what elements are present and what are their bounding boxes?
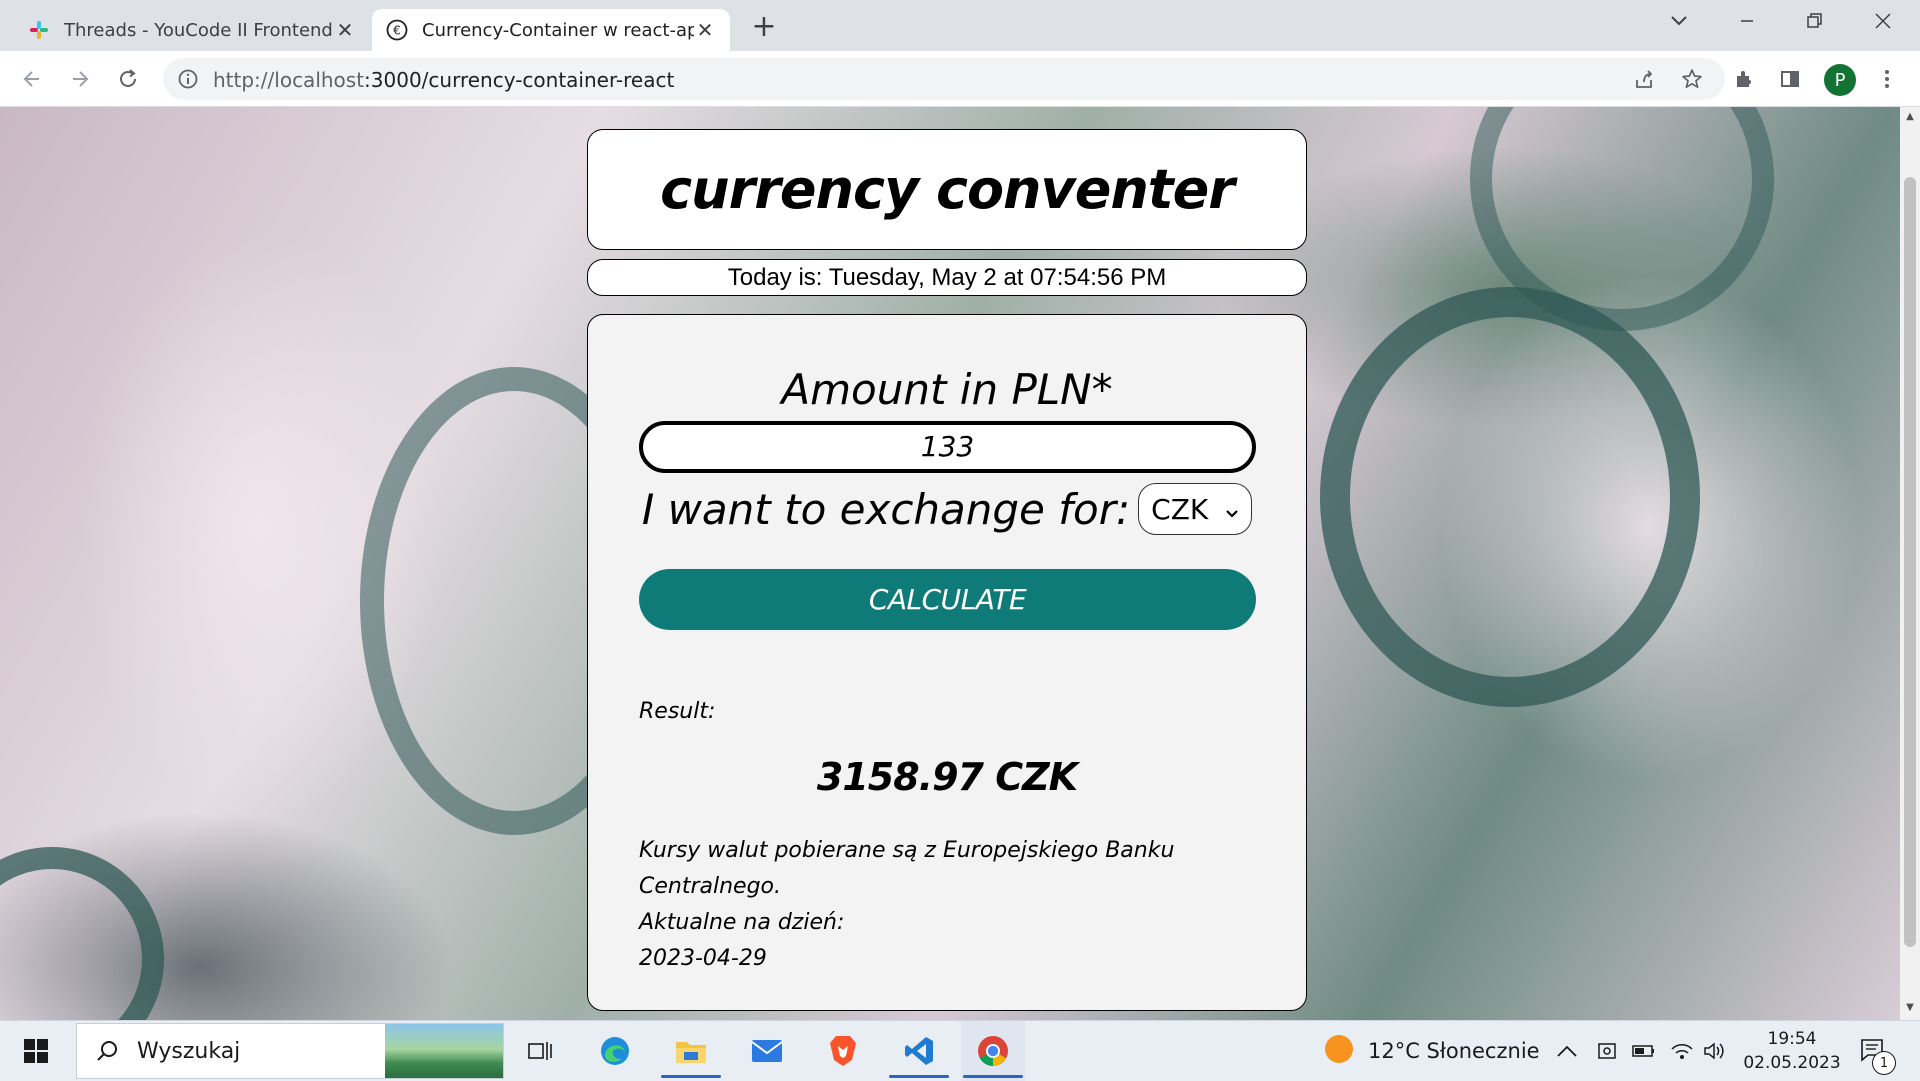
minimize-button[interactable] xyxy=(1720,0,1774,42)
app-header-card: currency conventer xyxy=(587,129,1307,250)
file-explorer-icon[interactable] xyxy=(661,1021,721,1081)
currency-select-value: CZK xyxy=(1151,492,1209,526)
converter-form: Amount in PLN* 133 I want to exchange fo… xyxy=(587,314,1307,1011)
svg-text:€: € xyxy=(393,24,401,38)
exchange-label: I want to exchange for: xyxy=(641,484,1131,534)
taskbar-search[interactable]: Wyszukaj xyxy=(76,1023,504,1079)
tray-overflow-chevron-icon[interactable] xyxy=(1556,1021,1578,1081)
weather-text: 12°C Słonecznie xyxy=(1368,1039,1540,1063)
wifi-icon[interactable] xyxy=(1670,1021,1694,1081)
vscode-icon[interactable] xyxy=(889,1021,949,1081)
calculate-button[interactable]: CALCULATE xyxy=(639,569,1256,630)
currency-select[interactable]: CZK xyxy=(1138,483,1253,535)
meet-now-icon[interactable] xyxy=(1596,1021,1618,1081)
bookmark-star-icon[interactable] xyxy=(1681,68,1703,94)
restore-button[interactable] xyxy=(1788,0,1842,42)
site-info-icon[interactable] xyxy=(177,68,199,94)
menu-kebab-icon[interactable] xyxy=(1870,62,1904,96)
note-date-label: Aktualne na dzień: xyxy=(639,910,845,935)
browser-toolbar: http://localhost:3000/currency-container… xyxy=(0,51,1920,107)
amount-label: Amount in PLN* xyxy=(781,365,1113,414)
running-indicator xyxy=(661,1075,721,1078)
mail-icon[interactable] xyxy=(737,1021,797,1081)
close-icon[interactable]: ✕ xyxy=(694,18,716,42)
note-date: 2023-04-29 xyxy=(639,946,767,971)
start-button[interactable] xyxy=(8,1021,64,1081)
result-label: Result: xyxy=(639,699,716,724)
battery-icon[interactable] xyxy=(1632,1021,1656,1081)
running-indicator xyxy=(963,1075,1023,1078)
chrome-icon[interactable] xyxy=(961,1021,1025,1081)
scroll-down-arrow-icon[interactable]: ▼ xyxy=(1904,1002,1916,1016)
slack-icon xyxy=(28,19,50,41)
sun-icon xyxy=(1322,1032,1356,1070)
clock-time: 19:54 xyxy=(1767,1029,1817,1049)
tab-strip: Threads - YouCode II Frontend D ✕ € Curr… xyxy=(0,0,1920,51)
edge-icon[interactable] xyxy=(585,1021,645,1081)
amount-input[interactable]: 133 xyxy=(639,421,1256,473)
reload-icon[interactable] xyxy=(111,62,145,96)
page-scrollbar[interactable]: ▲ ▼ xyxy=(1900,107,1920,1020)
search-placeholder: Wyszukaj xyxy=(137,1038,241,1064)
back-icon[interactable] xyxy=(15,62,49,96)
search-icon xyxy=(77,1039,137,1063)
tab-search-chevron-icon[interactable] xyxy=(1652,0,1706,42)
url-text: http://localhost:3000/currency-container… xyxy=(213,68,674,92)
exchange-rate-note: Kursy walut pobierane są z Europejskiego… xyxy=(639,833,1279,977)
scrollbar-thumb[interactable] xyxy=(1904,177,1916,947)
url-path: :3000/currency-container-react xyxy=(364,68,675,92)
app-title: currency conventer xyxy=(660,158,1235,221)
current-date-banner: Today is: Tuesday, May 2 at 07:54:56 PM xyxy=(587,259,1307,296)
result-value: 3158.97 CZK xyxy=(816,755,1078,799)
new-tab-button[interactable]: + xyxy=(748,9,780,44)
clock[interactable]: 19:54 02.05.2023 xyxy=(1743,1021,1841,1081)
address-bar[interactable]: http://localhost:3000/currency-container… xyxy=(163,58,1725,100)
tab-title: Threads - YouCode II Frontend D xyxy=(64,19,334,41)
forward-icon[interactable] xyxy=(63,62,97,96)
url-host: http://localhost xyxy=(213,68,365,92)
side-panel-icon[interactable] xyxy=(1773,62,1807,96)
euro-icon: € xyxy=(386,19,408,41)
page-viewport: currency conventer Today is: Tuesday, Ma… xyxy=(0,107,1900,1020)
tab-currency-container[interactable]: € Currency-Container w react-app ✕ xyxy=(372,9,730,51)
share-icon[interactable] xyxy=(1633,68,1655,94)
chevron-down-icon xyxy=(1225,493,1239,526)
notification-center-icon[interactable]: 1 xyxy=(1858,1021,1896,1081)
running-indicator xyxy=(889,1075,949,1078)
exchange-row: I want to exchange for: CZK xyxy=(588,483,1306,535)
windows-taskbar: Wyszukaj 12°C Słonecznie 19:54 02.05.202… xyxy=(0,1020,1920,1081)
profile-avatar[interactable]: P xyxy=(1824,64,1856,96)
tab-title: Currency-Container w react-app xyxy=(422,19,694,41)
volume-icon[interactable] xyxy=(1703,1021,1727,1081)
scroll-up-arrow-icon[interactable]: ▲ xyxy=(1904,111,1916,125)
clock-date: 02.05.2023 xyxy=(1743,1053,1841,1073)
note-source: Kursy walut pobierane są z Europejskiego… xyxy=(639,838,1175,899)
notification-badge: 1 xyxy=(1872,1051,1896,1075)
weather-widget[interactable]: 12°C Słonecznie xyxy=(1322,1021,1540,1081)
tab-threads[interactable]: Threads - YouCode II Frontend D ✕ xyxy=(14,9,370,51)
current-date-text: Today is: Tuesday, May 2 at 07:54:56 PM xyxy=(727,263,1167,291)
task-view-icon[interactable] xyxy=(510,1021,570,1081)
extensions-icon[interactable] xyxy=(1726,62,1760,96)
brave-icon[interactable] xyxy=(813,1021,873,1081)
close-icon[interactable]: ✕ xyxy=(334,18,356,42)
search-highlight-image xyxy=(385,1024,503,1078)
close-window-button[interactable] xyxy=(1856,0,1910,42)
